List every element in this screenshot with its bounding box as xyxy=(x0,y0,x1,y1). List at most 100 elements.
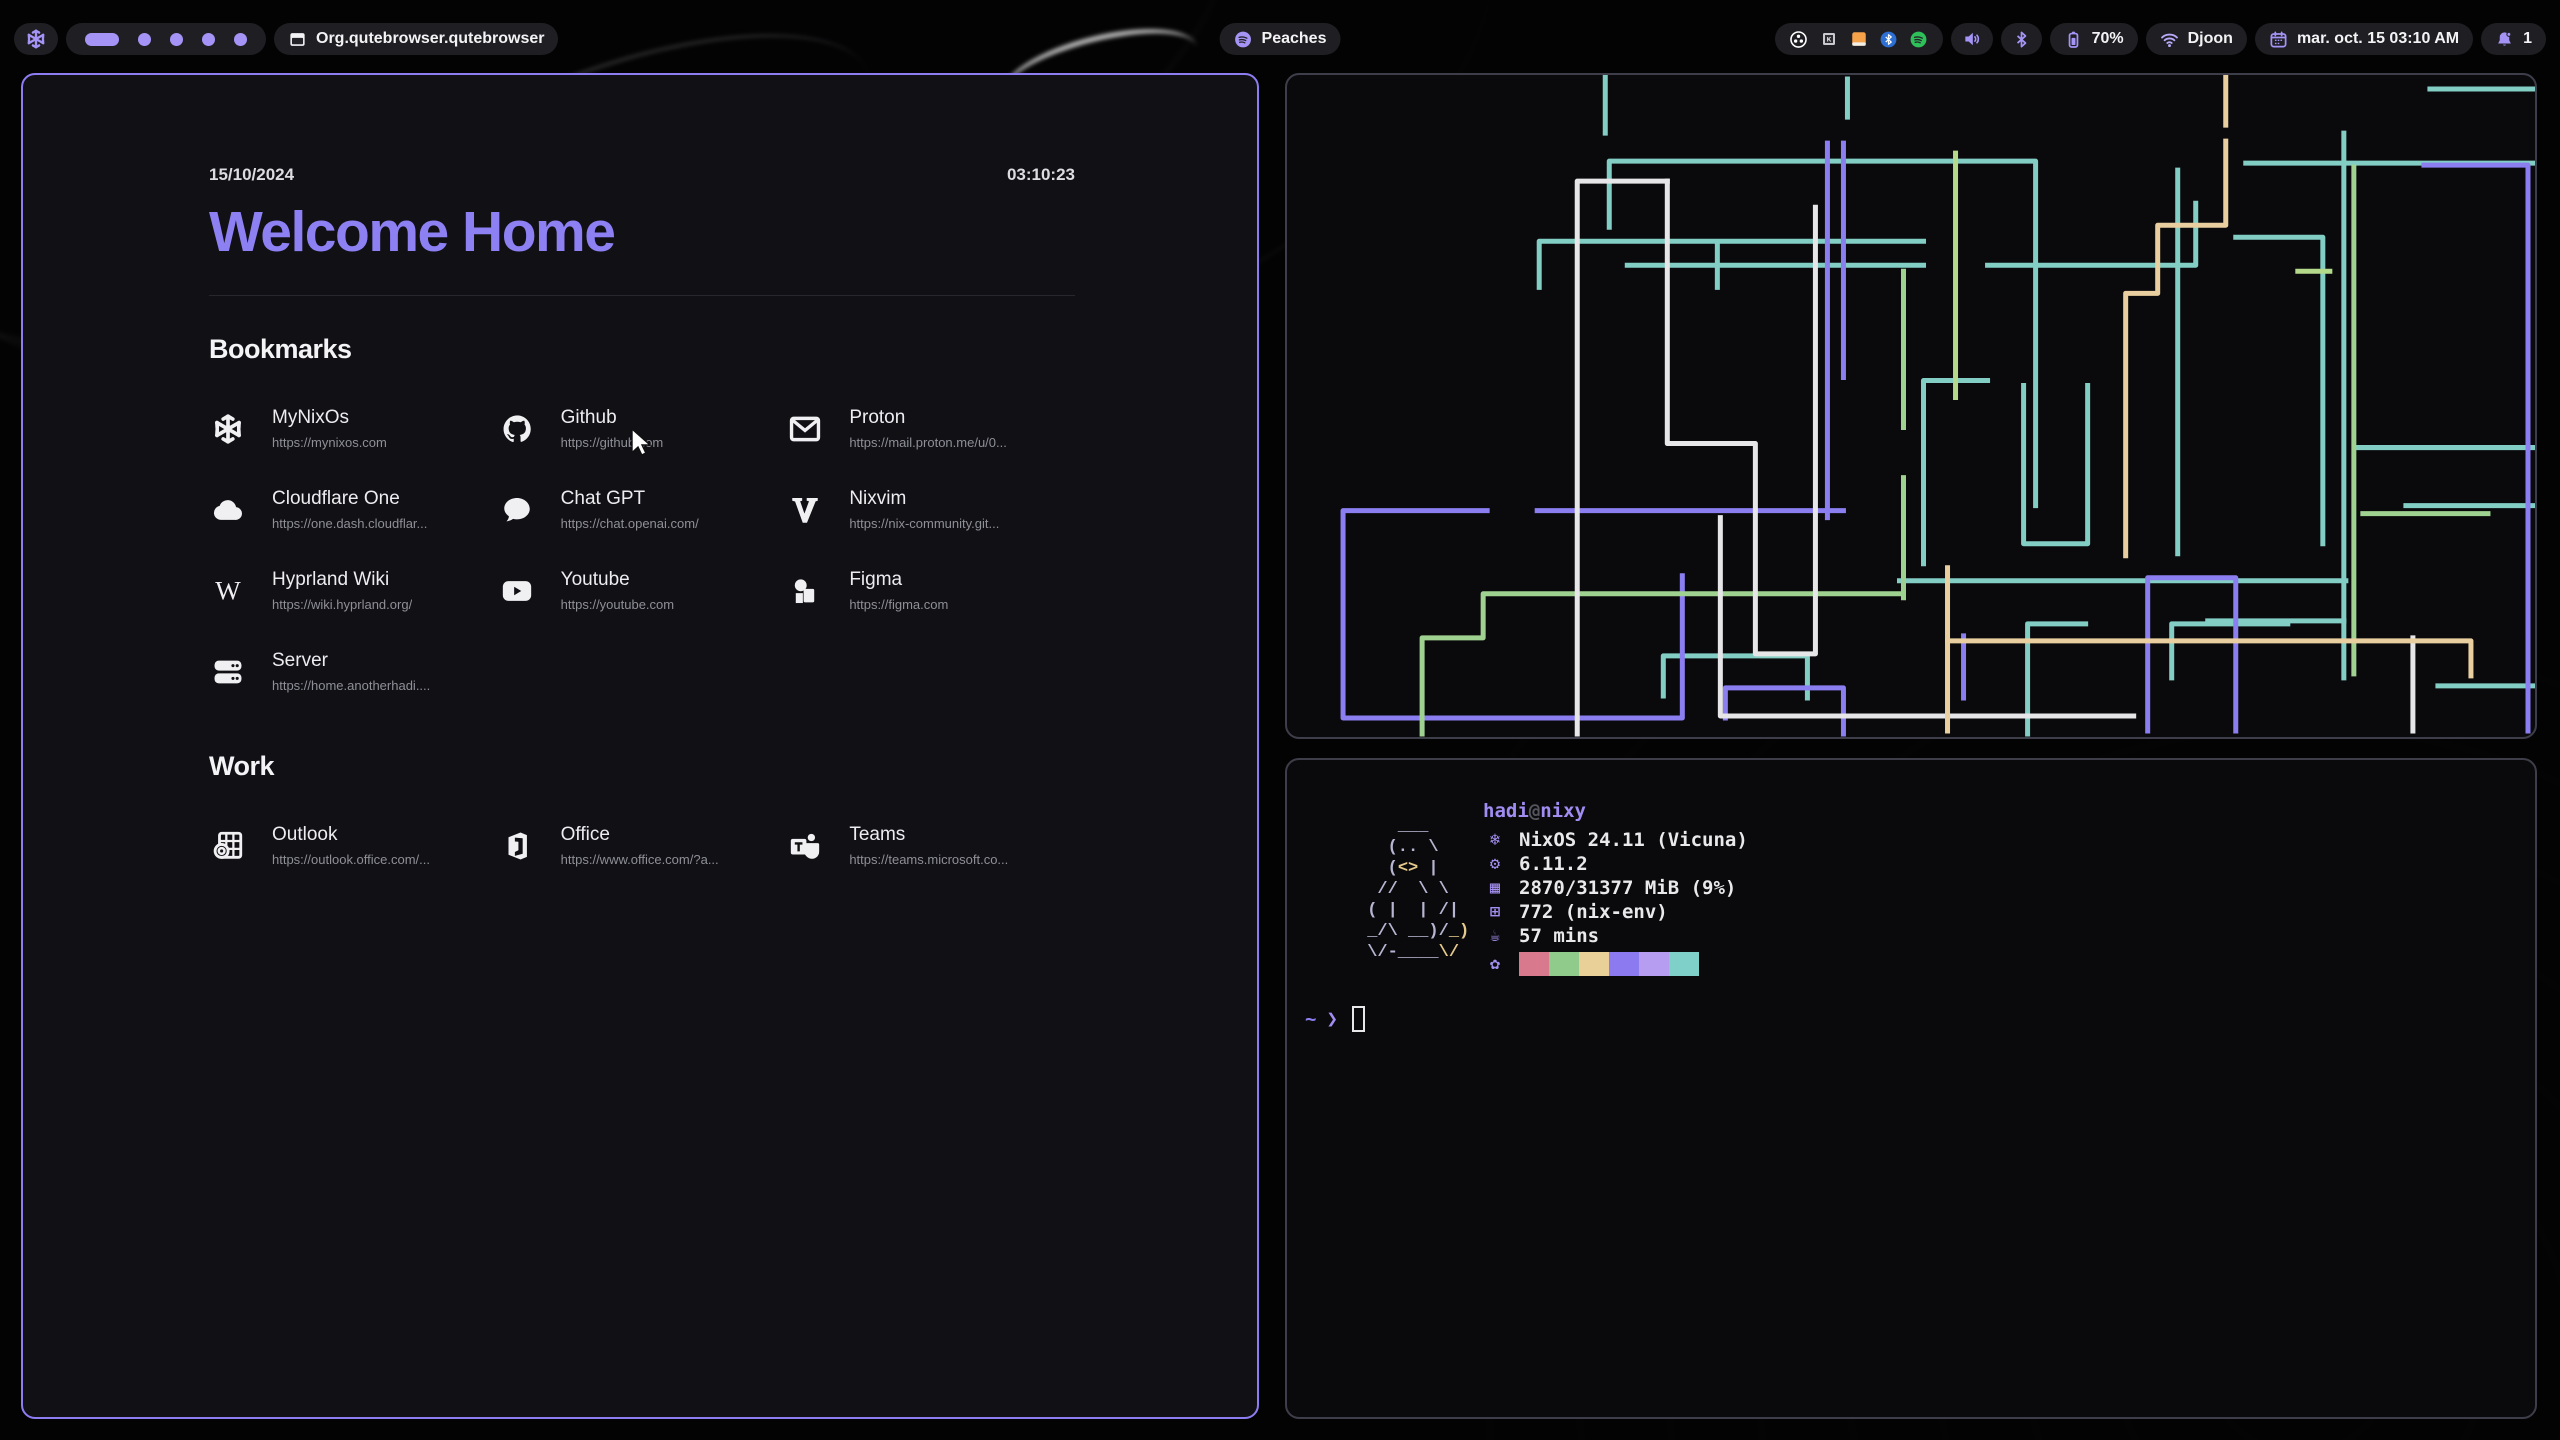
bluetooth-tray-icon[interactable] xyxy=(1879,29,1899,49)
shell-prompt[interactable]: ~ ❯ xyxy=(1305,1006,1365,1032)
bookmark-cloudflare-one[interactable]: Cloudflare One https://one.dash.cloudfla… xyxy=(209,488,498,531)
workspace-1[interactable] xyxy=(85,33,119,46)
bookmark-title: Hyprland Wiki xyxy=(272,569,412,591)
bookmark-url: https://youtube.com xyxy=(561,597,674,612)
fetch-value: 2870/31377 MiB (9%) xyxy=(1519,877,1736,899)
bookmark-title: Chat GPT xyxy=(561,488,699,510)
memory-icon: ▦ xyxy=(1483,878,1507,898)
obs-icon[interactable] xyxy=(1789,29,1809,49)
bookmark-server[interactable]: Server https://home.anotherhadi.... xyxy=(209,650,498,693)
kernel-icon: ⚙ xyxy=(1483,854,1507,874)
wifi-icon xyxy=(2160,30,2179,49)
os-icon: ❄ xyxy=(1483,830,1507,850)
bookmark-title: Office xyxy=(561,824,719,846)
fetch-host: nixy xyxy=(1540,800,1586,822)
workspace-3[interactable] xyxy=(170,33,183,46)
ascii-art: ___ (.. \ (<> | // \ \ ( | | /| _/\ __)/… xyxy=(1357,816,1469,963)
startpage-time: 03:10:23 xyxy=(1007,165,1075,185)
keepassxc-icon[interactable]: K xyxy=(1819,29,1839,49)
teams-icon xyxy=(786,827,824,865)
bookmark-office[interactable]: Office https://www.office.com/?a... xyxy=(498,824,787,867)
bookmark-title: Cloudflare One xyxy=(272,488,427,510)
bookmark-title: Github xyxy=(561,407,664,429)
office-icon xyxy=(498,827,536,865)
palette-swatch xyxy=(1579,952,1609,976)
active-window-pill[interactable]: Org.qutebrowser.qutebrowser xyxy=(274,23,558,55)
palette-swatch xyxy=(1549,952,1579,976)
bookmark-title: Proton xyxy=(849,407,1007,429)
fetch-value: NixOS 24.11 (Vicuna) xyxy=(1519,829,1748,851)
nixos-menu-button[interactable] xyxy=(14,23,58,55)
bookmark-nixvim[interactable]: Nixvim https://nix-community.git... xyxy=(786,488,1075,531)
qutebrowser-window[interactable]: 15/10/2024 03:10:23 Welcome Home Bookmar… xyxy=(21,73,1259,1419)
battery-percent: 70% xyxy=(2092,30,2124,48)
vim-icon xyxy=(786,491,824,529)
bookmark-title: MyNixOs xyxy=(272,407,387,429)
section-heading-work: Work xyxy=(209,751,1075,782)
bookmark-outlook[interactable]: Outlook https://outlook.office.com/... xyxy=(209,824,498,867)
files-icon[interactable] xyxy=(1849,29,1869,49)
media-player-pill[interactable]: Peaches xyxy=(1220,23,1341,55)
bluetooth-icon xyxy=(2012,30,2031,49)
prompt-symbol: ❯ xyxy=(1326,1008,1337,1030)
mail-icon xyxy=(786,410,824,448)
bookmark-url: https://home.anotherhadi.... xyxy=(272,678,430,693)
notifications-pill[interactable]: 1 xyxy=(2481,23,2546,55)
workspace-5[interactable] xyxy=(234,33,247,46)
bookmark-mynixos[interactable]: MyNixOs https://mynixos.com xyxy=(209,407,498,450)
window-icon xyxy=(288,30,307,49)
bookmark-proton[interactable]: Proton https://mail.proton.me/u/0... xyxy=(786,407,1075,450)
nixos-icon xyxy=(209,410,247,448)
active-window-title: Org.qutebrowser.qutebrowser xyxy=(316,30,544,48)
bookmark-figma[interactable]: Figma https://figma.com xyxy=(786,569,1075,612)
battery-icon xyxy=(2064,30,2083,49)
network-pill[interactable]: Djoon xyxy=(2146,23,2247,55)
bookmark-chat-gpt[interactable]: Chat GPT https://chat.openai.com/ xyxy=(498,488,787,531)
bookmark-url: https://mynixos.com xyxy=(272,435,387,450)
bookmark-title: Youtube xyxy=(561,569,674,591)
battery-pill[interactable]: 70% xyxy=(2050,23,2138,55)
uptime-icon: ☕ xyxy=(1483,926,1507,946)
bookmark-hyprland-wiki[interactable]: Hyprland Wiki https://wiki.hyprland.org/ xyxy=(209,569,498,612)
mouse-cursor xyxy=(630,428,656,463)
workspace-2[interactable] xyxy=(138,33,151,46)
outlook-icon xyxy=(209,827,247,865)
bookmark-url: https://teams.microsoft.co... xyxy=(849,852,1008,867)
spotify-tray-icon[interactable] xyxy=(1909,29,1929,49)
bluetooth-pill[interactable] xyxy=(2001,23,2042,55)
bookmark-url: https://chat.openai.com/ xyxy=(561,516,699,531)
fetch-at: @ xyxy=(1529,800,1540,822)
volume-pill[interactable] xyxy=(1951,23,1993,55)
bookmark-url: https://outlook.office.com/... xyxy=(272,852,430,867)
workspace-4[interactable] xyxy=(202,33,215,46)
chat-icon xyxy=(498,491,536,529)
startpage: 15/10/2024 03:10:23 Welcome Home Bookmar… xyxy=(23,75,1257,867)
wikipedia-icon xyxy=(209,572,247,610)
pipes-terminal-window[interactable] xyxy=(1285,73,2537,739)
fetch-value: 57 mins xyxy=(1519,925,1599,947)
fetch-row: ▦ 2870/31377 MiB (9%) xyxy=(1483,876,1748,900)
bookmark-youtube[interactable]: Youtube https://youtube.com xyxy=(498,569,787,612)
status-bar: Org.qutebrowser.qutebrowser Peaches K xyxy=(14,22,2546,56)
fastfetch-info: hadi@nixy ❄NixOS 24.11 (Vicuna)⚙6.11.2▦2… xyxy=(1483,800,1748,976)
clock-pill[interactable]: mar. oct. 15 03:10 AM xyxy=(2255,23,2473,55)
palette-swatch xyxy=(1639,952,1669,976)
bookmark-teams[interactable]: Teams https://teams.microsoft.co... xyxy=(786,824,1075,867)
fetch-rows: ❄NixOS 24.11 (Vicuna)⚙6.11.2▦2870/31377 … xyxy=(1483,828,1748,948)
bookmark-url: https://mail.proton.me/u/0... xyxy=(849,435,1007,450)
bookmark-url: https://www.office.com/?a... xyxy=(561,852,719,867)
packages-icon: ⊞ xyxy=(1483,902,1507,922)
bookmark-title: Outlook xyxy=(272,824,430,846)
fetch-value: 772 (nix-env) xyxy=(1519,901,1668,923)
system-tray: K xyxy=(1775,23,1943,55)
notification-count: 1 xyxy=(2523,30,2532,48)
bookmark-url: https://figma.com xyxy=(849,597,948,612)
palette-swatch xyxy=(1669,952,1699,976)
speaker-icon xyxy=(1962,29,1982,49)
fetch-row: ☕ 57 mins xyxy=(1483,924,1748,948)
fetch-row: ❄ NixOS 24.11 (Vicuna) xyxy=(1483,828,1748,852)
fetch-terminal-window[interactable]: ___ (.. \ (<> | // \ \ ( | | /| _/\ __)/… xyxy=(1285,758,2537,1419)
bookmark-url: https://wiki.hyprland.org/ xyxy=(272,597,412,612)
bookmark-title: Server xyxy=(272,650,430,672)
user-host-line: hadi@nixy xyxy=(1483,800,1748,822)
